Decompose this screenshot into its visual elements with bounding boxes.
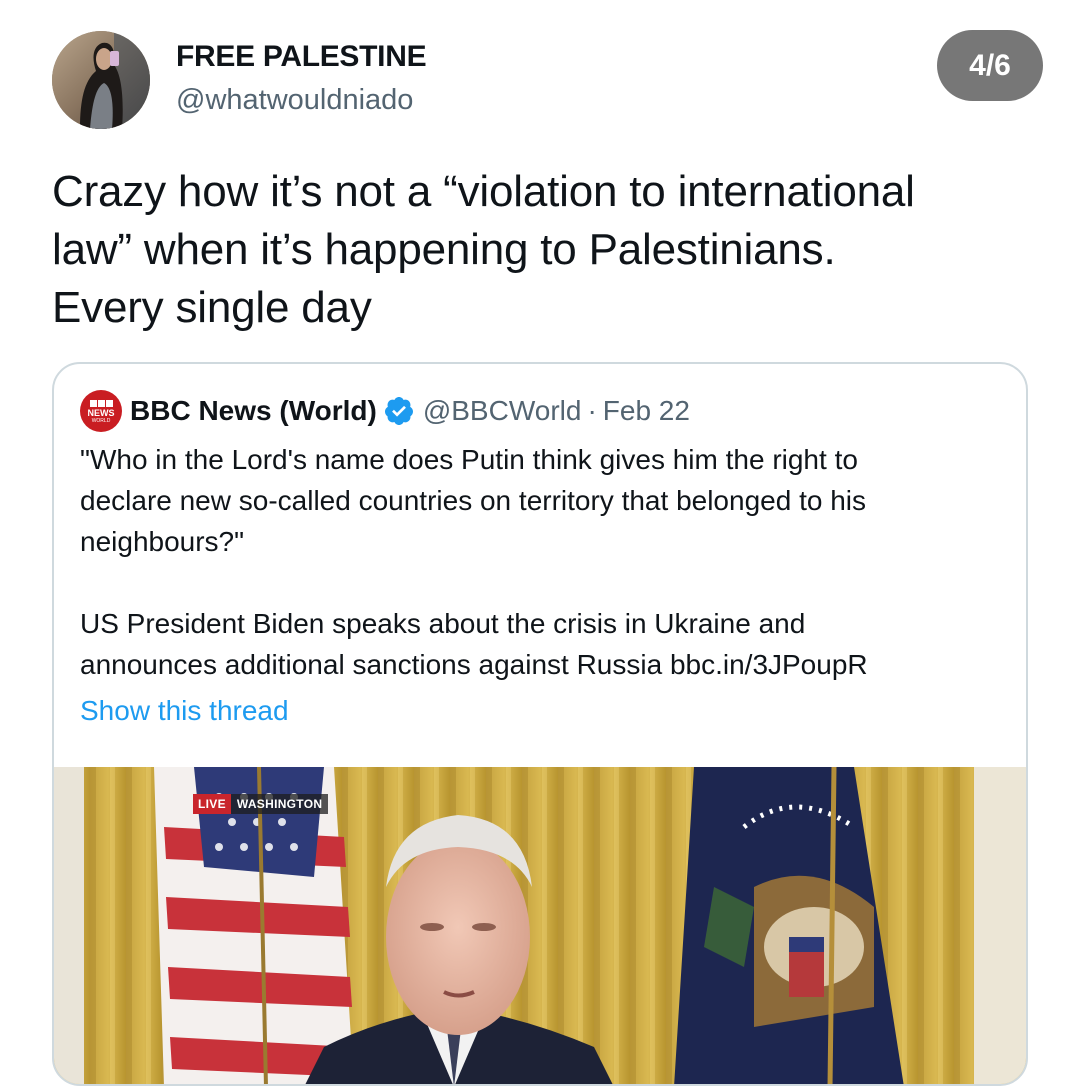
separator-dot: ·	[587, 395, 597, 426]
tweet-text-line: law” when it’s happening to Palestinians…	[52, 225, 836, 274]
author-handle[interactable]: @whatwouldniado	[176, 84, 413, 117]
page-indicator-badge: 4/6	[937, 30, 1043, 101]
quoted-tweet-card[interactable]: NEWS WORLD BBC News (World) @BBCWorld · …	[52, 362, 1028, 1086]
bbc-blocks	[89, 400, 113, 407]
quoted-author-name[interactable]: BBC News (World)	[130, 395, 377, 427]
live-label: LIVE	[193, 794, 231, 814]
verified-badge-icon	[384, 397, 413, 425]
quoted-text-line: declare new so-called countries on terri…	[80, 485, 866, 516]
show-this-thread-link[interactable]: Show this thread	[80, 695, 289, 727]
quoted-tweet-video[interactable]: LIVE WASHINGTON	[54, 767, 1026, 1084]
bbc-logo-subtext: WORLD	[91, 418, 111, 424]
tweet-text: Crazy how it’s not a “violation to inter…	[52, 163, 1052, 337]
quoted-text-line: US President Biden speaks about the cris…	[80, 608, 806, 639]
location-label: WASHINGTON	[230, 794, 329, 814]
author-avatar[interactable]	[52, 31, 150, 129]
quoted-tweet-date[interactable]: Feb 22	[603, 395, 690, 427]
video-frame-image	[54, 767, 1026, 1084]
quoted-tweet-text: "Who in the Lord's name does Putin think…	[80, 439, 1010, 685]
quoted-text-line: announces additional sanctions against R…	[80, 649, 868, 680]
quoted-text-line: "Who in the Lord's name does Putin think…	[80, 444, 858, 475]
author-display-name[interactable]: FREE PALESTINE	[176, 40, 427, 74]
bbc-news-logo-icon[interactable]: NEWS WORLD	[80, 390, 122, 432]
quoted-tweet-header: NEWS WORLD BBC News (World) @BBCWorld · …	[80, 390, 690, 432]
quoted-author-handle[interactable]: @BBCWorld	[423, 395, 582, 427]
live-location-badge: LIVE WASHINGTON	[193, 794, 329, 814]
bbc-logo-text: NEWS	[87, 408, 115, 418]
tweet-text-line: Crazy how it’s not a “violation to inter…	[52, 167, 915, 216]
quoted-text-line: neighbours?"	[80, 526, 245, 557]
tweet-text-line: Every single day	[52, 283, 372, 332]
